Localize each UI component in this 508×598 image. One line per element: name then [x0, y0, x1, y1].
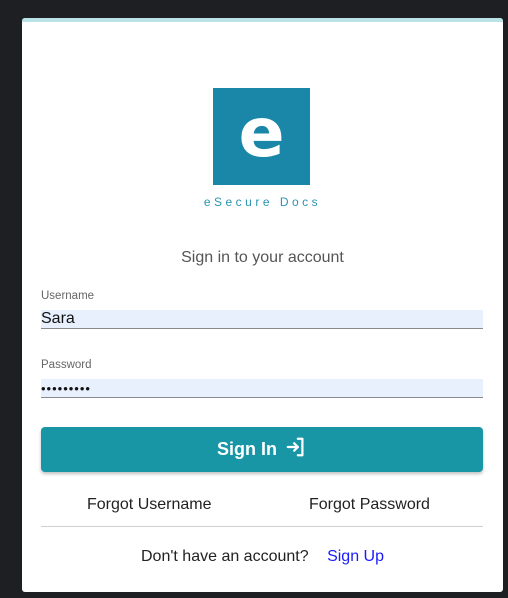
logo-letter: e: [238, 93, 285, 173]
username-field-group: Username: [41, 290, 483, 329]
signup-prompt: Don't have an account?: [141, 548, 309, 565]
username-input[interactable]: [41, 310, 483, 329]
card-top-border: [22, 18, 503, 22]
forgot-password-link[interactable]: Forgot Password: [309, 496, 430, 514]
signin-subtitle: Sign in to your account: [181, 249, 344, 266]
logo: e: [213, 88, 310, 185]
signup-link[interactable]: Sign Up: [327, 548, 384, 565]
password-input[interactable]: [41, 379, 483, 398]
brand-name: eSecure Docs: [203, 195, 322, 209]
password-label: Password: [41, 359, 92, 371]
sign-in-button[interactable]: Sign In: [41, 427, 483, 472]
login-arrow-icon: [285, 436, 307, 463]
recovery-links: Forgot Username Forgot Password: [41, 492, 483, 527]
sign-in-label: Sign In: [217, 439, 277, 459]
username-label: Username: [41, 290, 95, 302]
signup-row: Don't have an account? Sign Up: [22, 548, 503, 566]
login-card: e eSecure Docs Sign in to your account U…: [22, 18, 503, 592]
password-field-group: Password: [41, 359, 483, 398]
forgot-username-link[interactable]: Forgot Username: [87, 496, 212, 514]
